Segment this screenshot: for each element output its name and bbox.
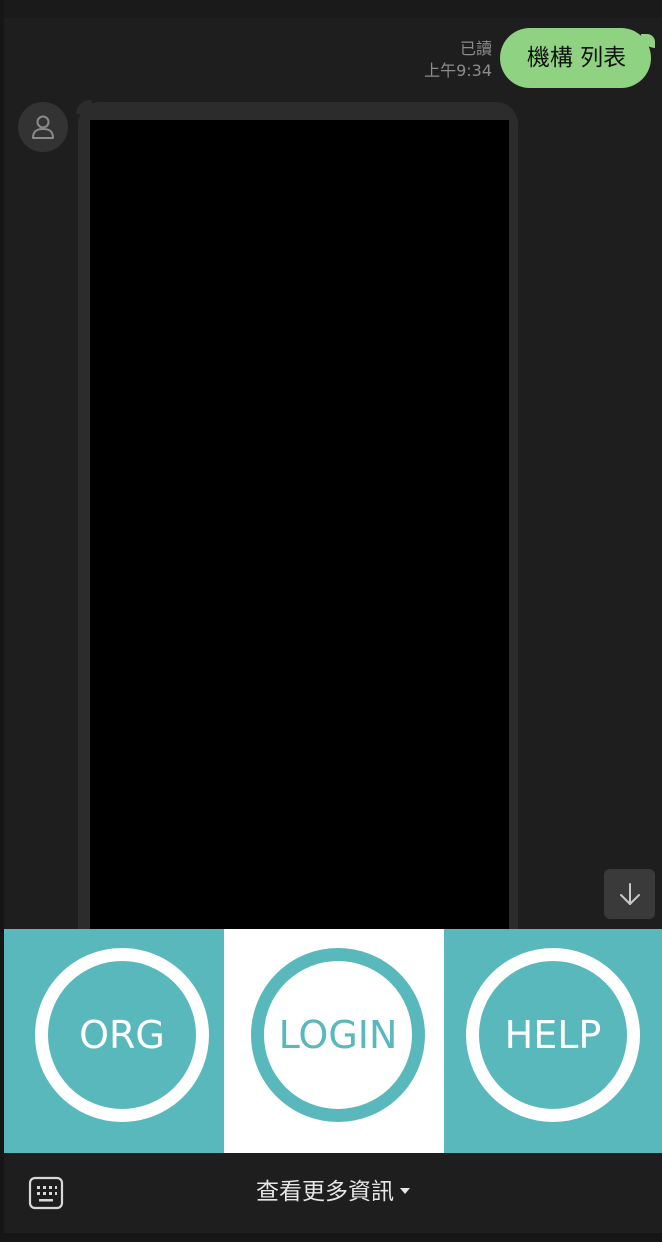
rich-menu-help-cell[interactable]: HELP: [444, 929, 662, 1153]
outgoing-message-bubble[interactable]: 機構 列表: [500, 28, 655, 88]
org-label: ORG: [79, 1013, 165, 1057]
scroll-to-bottom-button[interactable]: [604, 869, 655, 919]
caret-down-icon: [400, 1187, 410, 1194]
arrow-down-icon: [620, 883, 640, 905]
redacted-media[interactable]: [90, 120, 509, 932]
rich-menu: ORG LOGIN HELP: [4, 929, 662, 1153]
bottom-bar: 查看更多資訊: [4, 1153, 662, 1233]
login-label: LOGIN: [278, 1013, 398, 1057]
message-time: 上午9:34: [424, 61, 492, 80]
more-info-label: 查看更多資訊: [256, 1179, 394, 1205]
rich-menu-login-cell[interactable]: LOGIN: [224, 929, 444, 1153]
help-label: HELP: [504, 1013, 602, 1057]
bottom-edge: [0, 1233, 662, 1242]
keyboard-button[interactable]: [28, 1175, 64, 1211]
help-button[interactable]: HELP: [466, 948, 640, 1122]
rich-menu-org-cell[interactable]: ORG: [4, 929, 224, 1153]
read-status: 已讀: [459, 39, 492, 58]
message-meta: 已讀 上午9:34: [424, 38, 492, 82]
top-edge: [0, 0, 662, 18]
chat-screen: 已讀 上午9:34 機構 列表 ORG LOGIN HELP 查看更多資訊: [0, 0, 662, 1242]
login-button[interactable]: LOGIN: [251, 948, 425, 1122]
org-button[interactable]: ORG: [35, 948, 209, 1122]
keyboard-icon: [28, 1176, 64, 1210]
bot-avatar[interactable]: [18, 102, 68, 152]
more-info-toggle[interactable]: 查看更多資訊: [4, 1153, 662, 1233]
user-icon: [32, 115, 54, 139]
